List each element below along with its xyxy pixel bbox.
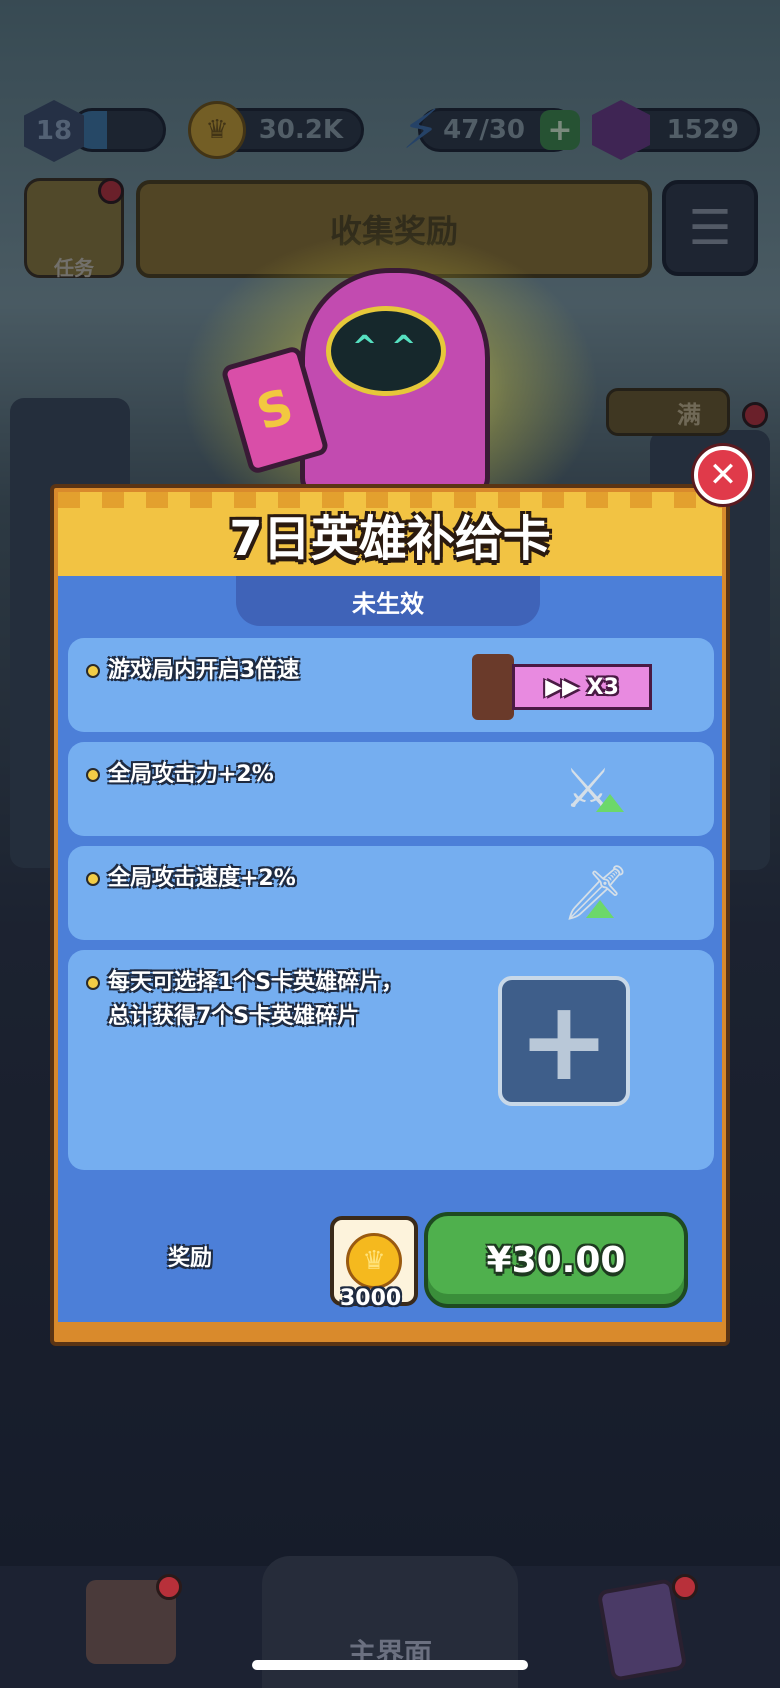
perk-row: 全局攻击速度+2% 🗡 [68, 846, 714, 940]
bullet-icon [86, 664, 100, 678]
price-label: ¥30.00 [486, 1239, 626, 1281]
reward-amount: 3000 [340, 1286, 402, 1311]
home-indicator[interactable] [252, 1660, 528, 1670]
perk-row: 全局攻击力+2% ⚔ [68, 742, 714, 836]
close-button[interactable]: ✕ [694, 446, 752, 504]
notification-dot [156, 1574, 182, 1600]
perk-line: 每天可选择1个S卡英雄碎片， [108, 970, 404, 995]
hourglass-icon [472, 654, 514, 720]
perk-text: 全局攻击速度+2% [86, 862, 296, 896]
perk-line-wrap: 总计获得7个S卡英雄碎片 [86, 1000, 403, 1034]
close-icon: ✕ [708, 455, 738, 495]
perk-line: 总计获得7个S卡英雄碎片 [108, 1004, 360, 1029]
bullet-icon [86, 872, 100, 886]
modal-header: 7日英雄补给卡 [58, 492, 722, 576]
plus-icon: + [517, 977, 611, 1105]
speed-multiplier: X3 [586, 674, 619, 700]
bullet-icon [86, 976, 100, 990]
perk-text: 每天可选择1个S卡英雄碎片， 总计获得7个S卡英雄碎片 [86, 966, 403, 1034]
modal-title: 7日英雄补给卡 [229, 511, 551, 567]
upgrade-arrow-icon [596, 794, 624, 812]
select-hero-shard-button[interactable]: + [498, 976, 630, 1106]
upgrade-arrow-icon [586, 900, 614, 918]
purchase-button[interactable]: ¥30.00 [424, 1212, 688, 1308]
notification-dot [672, 1574, 698, 1600]
perk-row: 游戏局内开启3倍速 ▶▶ X3 [68, 638, 714, 732]
bullet-icon [86, 768, 100, 782]
perk-row: 每天可选择1个S卡英雄碎片， 总计获得7个S卡英雄碎片 + [68, 950, 714, 1170]
perk-line: 全局攻击力+2% [108, 762, 274, 787]
crossed-swords-icon: ⚔ [563, 757, 613, 820]
perk-line-wrap: 每天可选择1个S卡英雄碎片， [86, 966, 403, 1000]
sword-icon: 🗡 [561, 861, 631, 924]
reward-label: 奖励 [168, 1246, 213, 1271]
crown-coin-icon: ♛ [346, 1233, 402, 1289]
modal-body: 未生效 游戏局内开启3倍速 ▶▶ X3 全局攻击力+2% ⚔ 全局攻击速度+2%… [58, 576, 722, 1322]
supply-card-modal: 7日英雄补给卡 未生效 游戏局内开启3倍速 ▶▶ X3 全局攻击力+2% ⚔ 全… [50, 484, 730, 1346]
perk-text: 游戏局内开启3倍速 [86, 654, 299, 688]
perk-line: 全局攻击速度+2% [108, 866, 296, 891]
perk-line: 游戏局内开启3倍速 [108, 658, 300, 683]
speed-banner: ▶▶ X3 [512, 664, 652, 710]
perk-text: 全局攻击力+2% [86, 758, 274, 792]
status-tab: 未生效 [236, 576, 540, 626]
hero-eyes-icon: ^^ [352, 330, 431, 365]
status-label: 未生效 [352, 589, 424, 618]
